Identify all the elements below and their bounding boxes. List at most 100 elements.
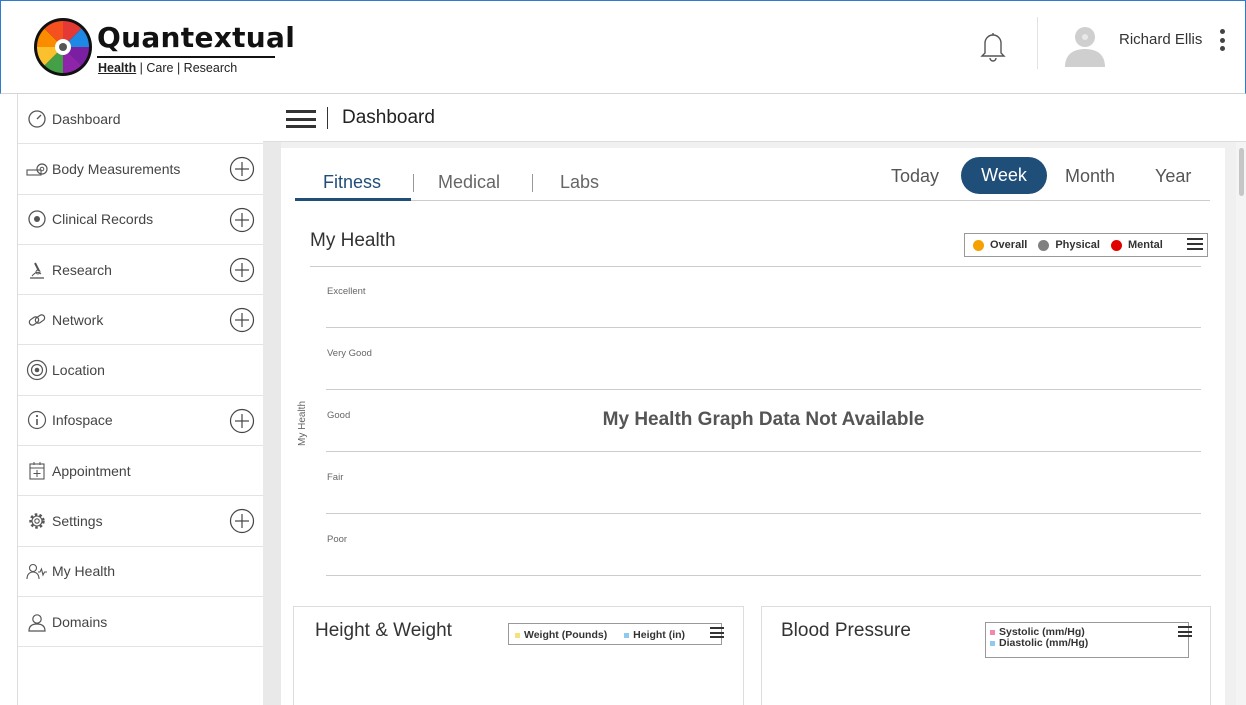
grid-line bbox=[326, 513, 1201, 514]
gauge-icon bbox=[26, 108, 48, 130]
target-icon bbox=[26, 359, 48, 381]
sidebar-item-my-health[interactable]: My Health bbox=[18, 547, 263, 597]
brand-tagline: Health | Care | Research bbox=[98, 60, 237, 76]
sidebar: Dashboard Body Measurements Clinical Rec… bbox=[17, 94, 263, 705]
sidebar-item-label: Research bbox=[52, 261, 112, 278]
kebab-menu-icon[interactable] bbox=[1218, 29, 1226, 55]
legend-label: Physical bbox=[1055, 239, 1100, 251]
legend-overall[interactable]: Overall bbox=[973, 239, 1027, 251]
sidebar-scroll-track[interactable] bbox=[263, 94, 281, 705]
sidebar-item-clinical-records[interactable]: Clinical Records bbox=[18, 195, 263, 245]
top-bar-separator bbox=[327, 107, 328, 129]
add-infospace-button[interactable] bbox=[229, 408, 255, 434]
period-year[interactable]: Year bbox=[1155, 166, 1191, 187]
tab-fitness[interactable]: Fitness bbox=[323, 172, 381, 193]
legend-physical[interactable]: Physical bbox=[1038, 239, 1100, 251]
calendar-icon bbox=[26, 460, 48, 482]
microscope-icon bbox=[26, 259, 48, 281]
brand-name: Quantextual bbox=[97, 21, 296, 54]
tab-medical[interactable]: Medical bbox=[438, 172, 500, 193]
sidebar-item-label: Location bbox=[52, 362, 105, 379]
legend-dot-weight bbox=[515, 632, 520, 638]
add-network-button[interactable] bbox=[229, 307, 255, 333]
legend-dot-physical bbox=[1038, 239, 1050, 251]
add-settings-button[interactable] bbox=[229, 508, 255, 534]
sidebar-item-appointment[interactable]: Appointment bbox=[18, 446, 263, 497]
sidebar-item-label: Dashboard bbox=[52, 110, 121, 127]
sidebar-item-domains[interactable]: Domains bbox=[18, 597, 263, 648]
no-data-message: My Health Graph Data Not Available bbox=[602, 409, 925, 430]
y-tick-excellent: Excellent bbox=[327, 286, 366, 297]
y-tick-fair: Fair bbox=[327, 472, 344, 483]
page-scroll-track[interactable] bbox=[1236, 142, 1246, 705]
tabs-baseline bbox=[295, 200, 1210, 201]
my-health-title: My Health bbox=[310, 230, 396, 251]
legend-label: Height (in) bbox=[633, 629, 686, 641]
hamburger-menu-icon[interactable] bbox=[286, 110, 316, 128]
y-tick-very-good: Very Good bbox=[327, 348, 372, 359]
legend-label: Diastolic (mm/Hg) bbox=[999, 637, 1089, 649]
brand-tagline-health: Health bbox=[98, 61, 137, 75]
users-health-icon bbox=[26, 560, 48, 582]
grid-line bbox=[326, 575, 1201, 576]
gear-icon bbox=[26, 510, 48, 532]
sidebar-item-label: Settings bbox=[52, 513, 103, 530]
tape-measure-icon bbox=[26, 158, 48, 180]
chart-menu-icon[interactable] bbox=[710, 627, 724, 639]
grid-line bbox=[326, 389, 1201, 390]
top-bar: Dashboard bbox=[263, 94, 1246, 142]
y-axis-title: My Health bbox=[297, 400, 308, 446]
page-title: Dashboard bbox=[342, 107, 435, 128]
sidebar-item-label: Appointment bbox=[52, 462, 131, 479]
chart-menu-icon[interactable] bbox=[1187, 238, 1203, 252]
period-week[interactable]: Week bbox=[961, 157, 1047, 194]
add-research-button[interactable] bbox=[229, 257, 255, 283]
sidebar-item-label: Body Measurements bbox=[52, 160, 181, 177]
height-weight-title: Height & Weight bbox=[315, 620, 452, 641]
legend-diastolic[interactable]: Diastolic (mm/Hg) bbox=[990, 638, 1188, 649]
info-icon bbox=[26, 409, 48, 431]
legend-height[interactable]: Height (in) bbox=[624, 629, 685, 641]
blood-pressure-title: Blood Pressure bbox=[781, 620, 911, 641]
sidebar-item-location[interactable]: Location bbox=[18, 345, 263, 396]
chart-top-border bbox=[310, 266, 1201, 267]
legend-mental[interactable]: Mental bbox=[1110, 239, 1163, 251]
legend-dot-height bbox=[624, 632, 630, 638]
add-body-measurement-button[interactable] bbox=[229, 156, 255, 182]
chart-menu-icon[interactable] bbox=[1178, 626, 1192, 638]
legend-weight[interactable]: Weight (Pounds) bbox=[515, 629, 607, 641]
sidebar-item-body-measurements[interactable]: Body Measurements bbox=[18, 144, 263, 195]
legend-dot-diastolic bbox=[990, 640, 995, 646]
blood-pressure-legend: Systolic (mm/Hg) Diastolic (mm/Hg) bbox=[985, 622, 1189, 658]
user-name[interactable]: Richard Ellis bbox=[1119, 31, 1202, 48]
sidebar-item-label: Clinical Records bbox=[52, 211, 154, 228]
user-icon bbox=[26, 611, 48, 633]
legend-dot-overall bbox=[973, 239, 984, 251]
active-tab-indicator bbox=[295, 198, 411, 201]
my-health-legend: Overall Physical Mental bbox=[964, 233, 1208, 257]
user-avatar-icon[interactable] bbox=[1061, 21, 1109, 69]
brand-underline bbox=[97, 56, 275, 58]
sidebar-item-dashboard[interactable]: Dashboard bbox=[18, 94, 263, 145]
sidebar-item-label: Network bbox=[52, 311, 104, 328]
tab-labs[interactable]: Labs bbox=[560, 172, 599, 193]
brand-tagline-rest: | Care | Research bbox=[136, 61, 238, 75]
sidebar-item-settings[interactable]: Settings bbox=[18, 496, 263, 547]
sidebar-item-infospace[interactable]: Infospace bbox=[18, 396, 263, 447]
legend-label: Weight (Pounds) bbox=[524, 629, 608, 641]
notification-bell-icon[interactable] bbox=[979, 29, 1007, 63]
header-divider bbox=[1037, 17, 1038, 69]
period-month[interactable]: Month bbox=[1065, 166, 1115, 187]
period-today[interactable]: Today bbox=[891, 166, 939, 187]
sidebar-item-network[interactable]: Network bbox=[18, 295, 263, 346]
sidebar-item-research[interactable]: Research bbox=[18, 245, 263, 296]
legend-label: Overall bbox=[990, 239, 1028, 251]
legend-dot-systolic bbox=[990, 629, 995, 635]
page-scroll-thumb[interactable] bbox=[1239, 148, 1244, 196]
sidebar-item-label: My Health bbox=[52, 563, 116, 580]
sidebar-item-label: Infospace bbox=[52, 412, 113, 429]
add-clinical-record-button[interactable] bbox=[229, 207, 255, 233]
grid-line bbox=[326, 327, 1201, 328]
quantextual-logo-icon[interactable] bbox=[33, 17, 93, 77]
height-weight-legend: Weight (Pounds) Height (in) bbox=[508, 623, 722, 645]
